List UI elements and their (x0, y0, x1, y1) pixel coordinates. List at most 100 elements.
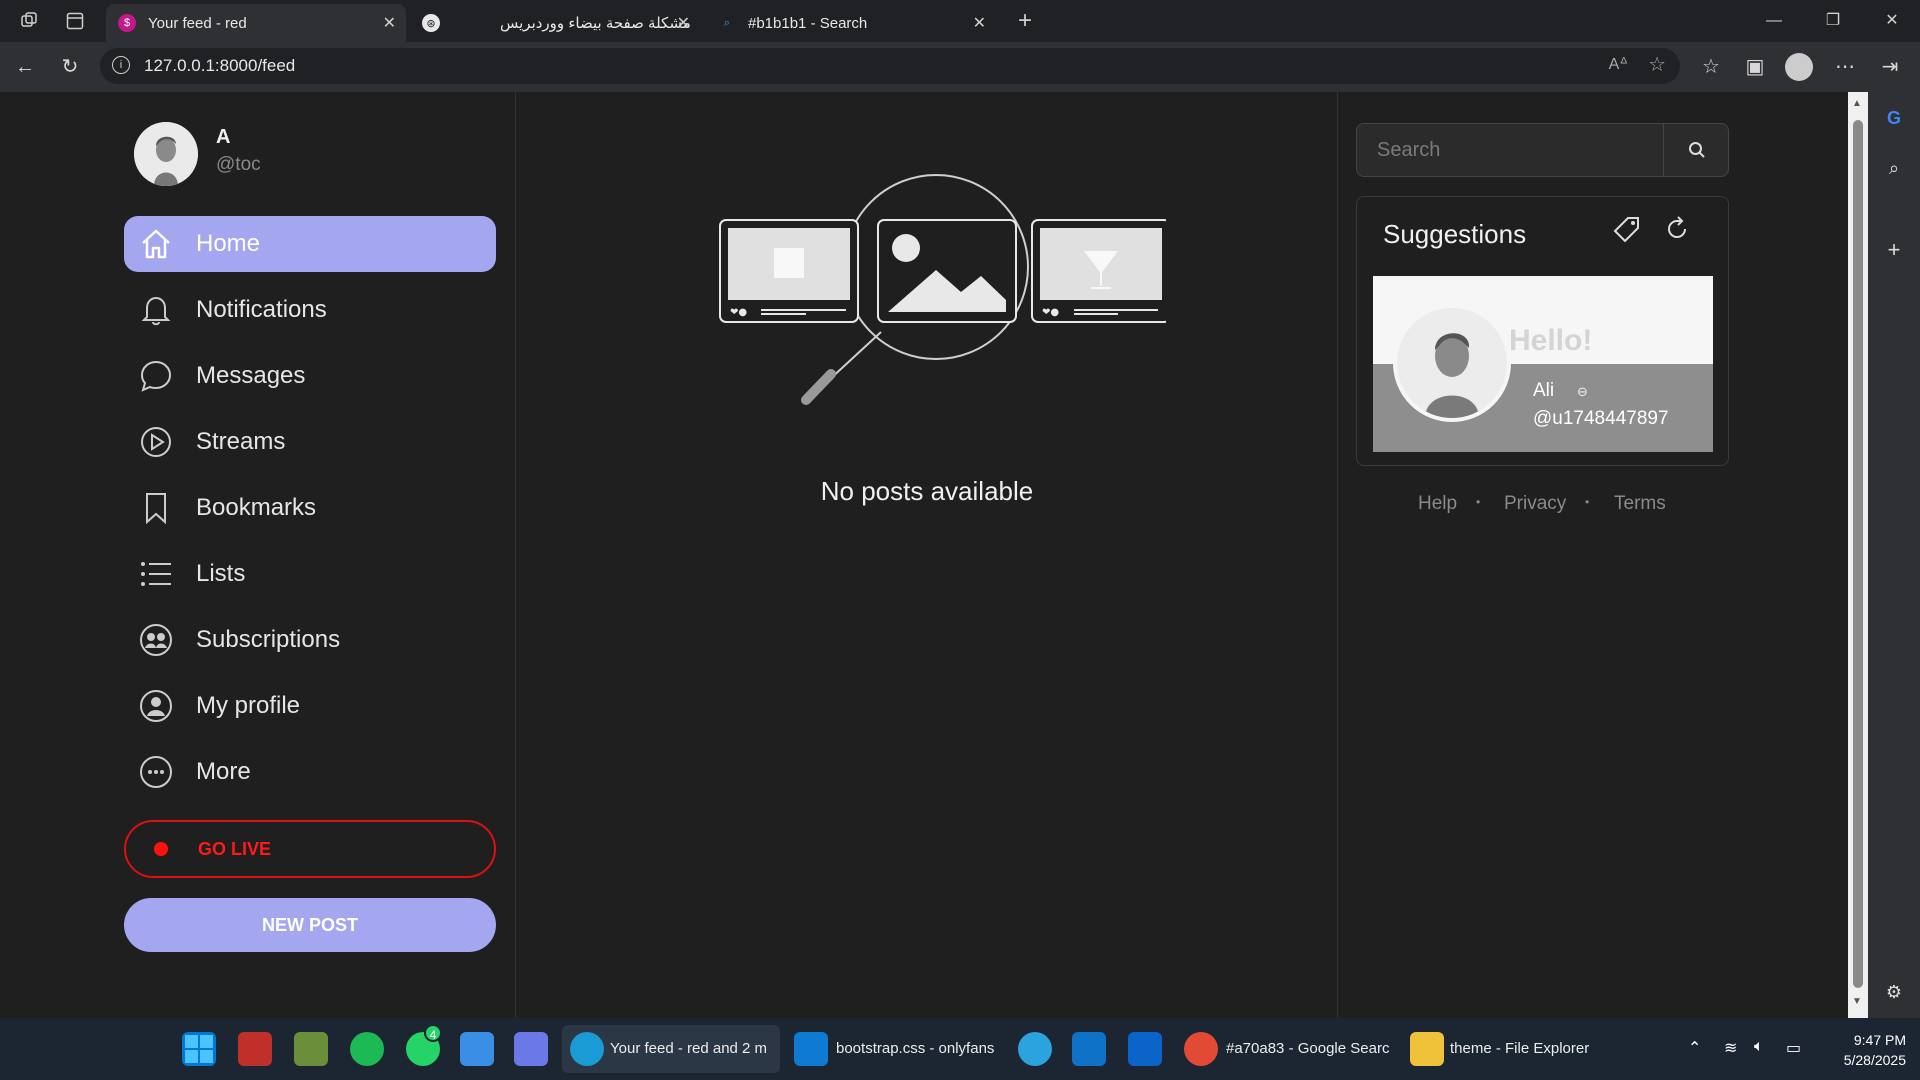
tab-title: مشكلة صفحة بيضاء ووردبريس (500, 15, 691, 32)
google-icon[interactable]: G (1882, 106, 1906, 130)
minimize-icon[interactable]: — (1754, 8, 1794, 34)
empty-feed-message: No posts available (820, 476, 1034, 506)
nav-more[interactable]: More (124, 744, 496, 800)
tab-wordpress[interactable]: ⊛ مشكلة صفحة بيضاء ووردبريس ✕ (410, 4, 700, 42)
outlook-app-icon[interactable] (1128, 1032, 1162, 1066)
browser-tab-bar: $ Your feed - red ✕ ⊛ مشكلة صفحة بيضاء و… (0, 0, 1920, 42)
more-menu-icon[interactable]: ⋯ (1830, 52, 1860, 82)
live-dot-icon (154, 842, 168, 856)
search-input[interactable] (1357, 124, 1663, 176)
sidebar-toggle-icon[interactable]: ⇥ (1875, 52, 1905, 82)
user-circle-icon (138, 688, 174, 724)
nav-label: Messages (196, 362, 306, 389)
close-window-icon[interactable]: ✕ (1872, 8, 1912, 34)
collections-icon[interactable]: ▣ (1740, 52, 1770, 82)
suggestion-card[interactable]: Hello! Ali ⊖ @u1748447897 (1373, 276, 1713, 452)
close-tab-icon[interactable]: ✕ (383, 13, 396, 33)
wave-app-icon[interactable] (514, 1032, 548, 1066)
nav-home[interactable]: Home (124, 216, 496, 272)
nav-lists[interactable]: Lists (124, 546, 496, 602)
nav-label: Streams (196, 428, 286, 455)
nav-subscriptions[interactable]: Subscriptions (124, 612, 496, 668)
page-scrollbar[interactable]: ▲ ▼ (1848, 92, 1868, 1018)
taskbar-edge-label: Your feed - red and 2 m (610, 1040, 768, 1057)
new-tab-plus-icon[interactable]: + (1012, 7, 1038, 34)
profile-handle: @toc (216, 154, 261, 175)
minecraft-app-icon[interactable] (294, 1032, 328, 1066)
tag-icon[interactable] (1613, 215, 1641, 243)
taskbar-vscode-label: bootstrap.css - onlyfans (836, 1040, 995, 1057)
telegram-app-icon[interactable] (1018, 1032, 1052, 1066)
go-live-button[interactable]: GO LIVE (124, 820, 496, 878)
suggestions-panel: Suggestions Hello! Ali ⊖ @u1748447897 (1356, 196, 1729, 466)
edge-browser-icon[interactable] (570, 1032, 604, 1066)
suggestions-title: Suggestions (1383, 219, 1527, 249)
footer-terms-link[interactable]: Terms (1614, 493, 1666, 515)
chevron-up-icon[interactable]: ⌃ (1688, 1038, 1701, 1058)
empty-feed-illustration: ❤● ❤● (719, 174, 1166, 405)
new-post-button[interactable]: NEW POST (124, 898, 496, 952)
windows-start-icon[interactable] (182, 1032, 216, 1066)
profile-avatar-icon[interactable] (1785, 53, 1813, 81)
site-info-icon[interactable]: i (112, 56, 130, 74)
search-icon[interactable]: ⌕ (1882, 156, 1906, 180)
scrollbar-thumb[interactable] (1853, 120, 1863, 988)
volume-icon[interactable]: 🔈︎ (1754, 1038, 1764, 1056)
close-tab-icon[interactable]: ✕ (973, 13, 986, 33)
wifi-icon[interactable]: ≋ (1724, 1038, 1737, 1058)
subscriptions-icon (138, 622, 174, 658)
file-explorer-icon[interactable] (1410, 1032, 1444, 1066)
nav-label: My profile (196, 692, 301, 719)
profile-name: A (216, 126, 231, 148)
back-arrow-icon[interactable]: ← (10, 52, 40, 82)
bookmark-icon (138, 490, 174, 526)
windows-taskbar: 4 Your feed - red and 2 m bootstrap.css … (0, 1018, 1920, 1080)
chrome-app-icon[interactable] (1184, 1032, 1218, 1066)
remote-desktop-app-icon[interactable] (460, 1032, 494, 1066)
spotify-app-icon[interactable] (350, 1032, 384, 1066)
favorites-icon[interactable]: ☆ (1696, 52, 1726, 82)
vscode-app-icon[interactable] (794, 1032, 828, 1066)
favorite-star-icon[interactable]: ☆ (1648, 52, 1666, 77)
scroll-up-icon[interactable]: ▲ (1852, 98, 1862, 109)
chatgpt-favicon-icon: ⊛ (422, 14, 440, 32)
nav-notifications[interactable]: Notifications (124, 282, 496, 338)
reload-icon[interactable]: ↻ (55, 52, 85, 82)
read-aloud-icon[interactable]: Aᐞ (1609, 54, 1628, 74)
battery-icon[interactable]: ▭ (1786, 1038, 1801, 1058)
add-plus-icon[interactable]: + (1882, 238, 1906, 262)
page-viewport: A @toc Home Notifications Messages Strea… (6, 92, 1848, 1018)
search-button[interactable] (1663, 124, 1729, 176)
suggestion-name: Ali (1533, 380, 1555, 401)
settings-gear-icon[interactable]: ⚙ (1882, 980, 1906, 1004)
tab-search[interactable]: ⌕ #b1b1b1 - Search ✕ (706, 4, 996, 42)
more-circle-icon (138, 754, 174, 790)
clock[interactable]: 9:47 PM 5/28/2025 (1836, 1030, 1906, 1070)
new-post-label: NEW POST (261, 914, 358, 935)
workspaces-icon[interactable] (16, 8, 42, 34)
refresh-icon[interactable] (1663, 215, 1691, 243)
user-avatar[interactable] (134, 122, 198, 186)
nav-bookmarks[interactable]: Bookmarks (124, 480, 496, 536)
footer-privacy-link[interactable]: Privacy (1504, 493, 1566, 515)
tab-your-feed[interactable]: $ Your feed - red ✕ (106, 4, 406, 42)
footer-separator: • (1476, 495, 1481, 509)
nav-label: Notifications (196, 296, 327, 323)
footer-help-link[interactable]: Help (1418, 493, 1457, 515)
nav-my-profile[interactable]: My profile (124, 678, 496, 734)
address-bar-row: ← ↻ i 127.0.0.1:8000/feed Aᐞ ☆ ☆ ▣ ⋯ ⇥ (0, 42, 1920, 92)
among-us-app-icon[interactable] (238, 1032, 272, 1066)
vmware-app-icon[interactable] (1072, 1032, 1106, 1066)
feed-column: ❤● ❤● No posts available (516, 92, 1338, 1018)
close-tab-icon[interactable]: ✕ (677, 13, 690, 33)
nav-streams[interactable]: Streams (124, 414, 496, 470)
suggestion-avatar[interactable] (1393, 304, 1511, 422)
right-sidebar: Suggestions Hello! Ali (1338, 92, 1848, 1018)
nav-messages[interactable]: Messages (124, 348, 496, 404)
url-field[interactable]: i 127.0.0.1:8000/feed Aᐞ ☆ (100, 48, 1680, 84)
restore-icon[interactable]: ❐ (1813, 8, 1853, 34)
vertical-tabs-icon[interactable] (62, 8, 88, 34)
url-text: 127.0.0.1:8000/feed (144, 56, 296, 75)
scroll-down-icon[interactable]: ▼ (1852, 996, 1862, 1007)
site-favicon-icon: $ (118, 14, 136, 32)
